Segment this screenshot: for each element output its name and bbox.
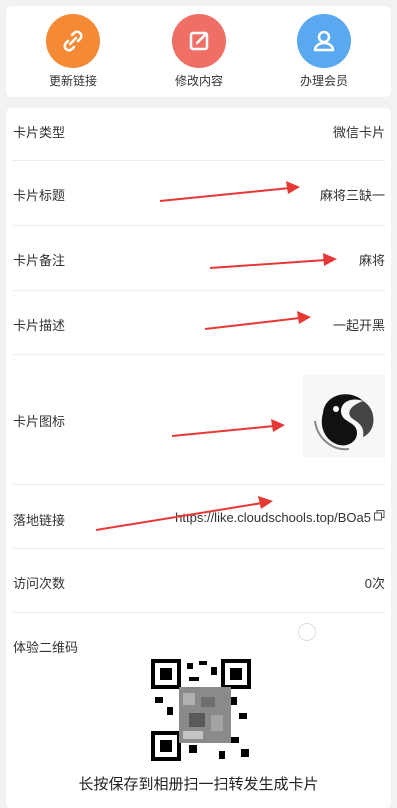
card-desc-value: 一起开黑 [332,318,385,333]
card-desc-label: 卡片描述 [13,318,66,333]
edit-icon [172,14,226,68]
row-landing-link[interactable]: 落地链接 https://like.cloudschools.top/BOa5 [13,485,385,549]
row-card-type: 卡片类型 微信卡片 [13,108,385,161]
update-link-button[interactable]: 更新链接 [13,14,133,89]
link-icon [46,14,100,68]
row-card-note[interactable]: 卡片备注 麻将 [13,226,385,291]
copy-icon[interactable] [374,510,385,521]
card-type-label: 卡片类型 [13,125,66,140]
row-visit-count: 访问次数 0次 [13,549,385,613]
qr-caption: 长按保存到相册扫一扫转发生成卡片 [78,776,319,793]
row-card-desc[interactable]: 卡片描述 一起开黑 [13,291,385,355]
row-card-title[interactable]: 卡片标题 麻将三缺一 [13,161,385,226]
radio-circle-icon [298,623,316,641]
update-link-label: 更新链接 [48,74,97,88]
card-title-label: 卡片标题 [13,188,66,203]
visit-count-label: 访问次数 [13,576,66,591]
card-note-label: 卡片备注 [13,253,66,268]
action-toolbar: 更新链接 修改内容 办理会员 [6,6,391,97]
qr-section-label: 体验二维码 [13,640,79,655]
membership-label: 办理会员 [299,74,348,88]
row-qr-section: 体验二维码 [13,613,385,655]
landing-link-value[interactable]: https://like.cloudschools.top/BOa5 [175,510,371,525]
membership-button[interactable]: 办理会员 [264,14,384,89]
card-title-value: 麻将三缺一 [319,188,385,203]
card-note-value: 麻将 [358,253,385,268]
card-details: 卡片类型 微信卡片 卡片标题 麻将三缺一 卡片备注 麻将 卡片描述 一起开黑 卡… [6,108,391,808]
qr-code-image[interactable] [149,657,253,763]
user-icon [297,14,351,68]
card-icon-image[interactable] [303,375,385,457]
visit-count-value: 0次 [364,576,385,591]
card-type-value: 微信卡片 [332,125,385,140]
landing-link-label: 落地链接 [13,513,66,528]
edit-content-label: 修改内容 [174,74,223,88]
card-icon-label: 卡片图标 [13,414,66,429]
edit-content-button[interactable]: 修改内容 [139,14,259,89]
